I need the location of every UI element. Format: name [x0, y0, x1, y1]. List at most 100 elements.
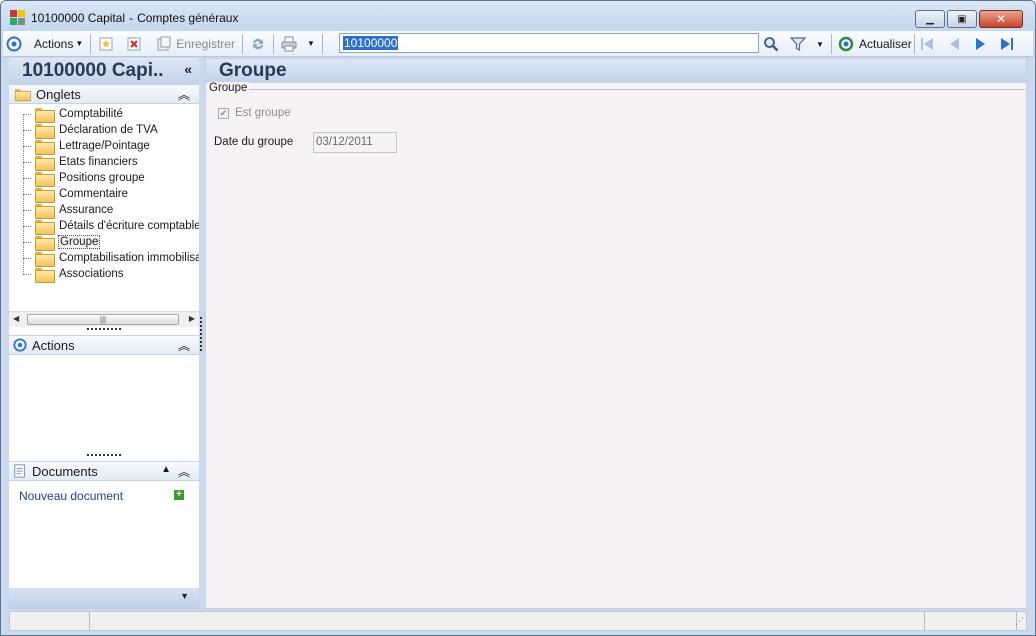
save-button[interactable]: Enregistrer — [153, 33, 238, 55]
folder-icon — [35, 267, 55, 283]
previous-record-button[interactable] — [943, 33, 965, 55]
tab-commentaire[interactable]: Commentaire — [23, 186, 129, 203]
new-record-icon — [99, 37, 113, 50]
group-date-field[interactable]: 03/12/2011 — [313, 132, 397, 153]
tabs-section-label: Onglets — [36, 86, 81, 102]
tab-declaration-tva[interactable]: Déclaration de TVA — [23, 122, 159, 139]
folder-icon — [35, 171, 55, 187]
tab-lettrage-pointage[interactable]: Lettrage/Pointage — [23, 138, 151, 155]
scroll-right-icon[interactable]: ▶ — [189, 314, 195, 323]
tab-comptabilite[interactable]: Comptabilité — [23, 106, 124, 123]
page-title: Groupe — [206, 59, 1026, 83]
minimize-button[interactable]: ▁ — [915, 10, 945, 28]
collapse-panel-button[interactable]: « — [184, 61, 192, 77]
last-record-icon — [1001, 38, 1013, 50]
refresh-button[interactable]: Actualiser — [835, 33, 915, 55]
tab-comptabilisation-immobilisations[interactable]: Comptabilisation immobilisations — [23, 250, 199, 267]
scroll-left-icon[interactable]: ◀ — [13, 314, 19, 323]
first-record-button[interactable] — [916, 33, 938, 55]
is-group-label: Est groupe — [235, 107, 291, 119]
folder-icon — [35, 187, 55, 203]
toolbar-divider — [241, 33, 243, 54]
folder-icon — [35, 155, 55, 171]
tabs-section-header[interactable]: Onglets ︽ — [9, 84, 199, 104]
restore-icon: ▣ — [957, 13, 967, 25]
sync-icon — [252, 38, 263, 49]
title-separator: - — [129, 11, 134, 25]
tab-label: Positions groupe — [59, 172, 145, 184]
actions-section-header[interactable]: Actions ︽ — [9, 335, 199, 355]
tab-groupe[interactable]: Groupe — [23, 234, 101, 251]
print-button[interactable] — [278, 33, 300, 55]
left-panel-footer: ▼ — [9, 588, 199, 609]
previous-record-icon — [950, 38, 959, 50]
scrollbar-thumb[interactable]: ||| — [27, 314, 179, 325]
folder-icon — [35, 139, 55, 155]
main-panel: Groupe Groupe ✔ Est groupe Date du group… — [205, 58, 1027, 609]
tab-details-ecriture[interactable]: Détails d'écriture comptable — [23, 218, 199, 235]
search-field[interactable]: 10100000 — [339, 33, 759, 53]
chevron-down-icon: ▼ — [816, 39, 824, 49]
tab-label: Comptabilisation immobilisations — [59, 252, 199, 264]
tab-label: Déclaration de TVA — [59, 124, 158, 136]
tab-etats-financiers[interactable]: Etats financiers — [23, 154, 139, 171]
save-icon — [157, 36, 171, 50]
toolbar-divider — [90, 33, 92, 54]
tab-label: Lettrage/Pointage — [59, 140, 150, 152]
search-input[interactable] — [342, 36, 756, 50]
tabs-horizontal-scrollbar[interactable]: ◀ ||| ▶ — [9, 311, 199, 327]
new-document-link[interactable]: Nouveau document — [19, 489, 123, 503]
collapse-section-icon[interactable]: ︽ — [178, 463, 190, 480]
open-folder-icon — [35, 235, 55, 251]
splitter-grip[interactable] — [87, 328, 121, 331]
folder-icon — [14, 88, 31, 101]
new-record-button[interactable] — [95, 33, 117, 55]
group-fieldset: Groupe — [209, 82, 1025, 94]
actions-menu-button[interactable]: Actions ▼ — [31, 33, 86, 55]
filter-button[interactable] — [787, 33, 809, 55]
tab-label: Groupe — [58, 235, 101, 249]
target-icon — [13, 338, 27, 352]
folder-icon — [35, 203, 55, 219]
status-bar: ⋰ — [9, 611, 1027, 631]
panel-splitter[interactable] — [200, 317, 202, 351]
chevron-up-icon[interactable]: ▲ — [161, 464, 171, 475]
tab-associations[interactable]: Associations — [23, 266, 125, 283]
actions-section-label: Actions — [32, 337, 75, 353]
is-group-checkbox[interactable]: ✔ — [218, 107, 229, 119]
search-input-selected-text: 10100000 — [343, 36, 399, 50]
chevron-down-icon[interactable]: ▼ — [180, 591, 189, 601]
collapse-section-icon[interactable]: ︽ — [178, 86, 190, 103]
maximize-button[interactable]: ▣ — [947, 10, 977, 28]
delete-record-button[interactable] — [123, 33, 145, 55]
documents-section-header[interactable]: Documents ▲ ︽ — [9, 461, 199, 481]
save-label: Enregistrer — [176, 36, 235, 51]
sync-button[interactable] — [247, 33, 269, 55]
tab-label: Détails d'écriture comptable — [59, 220, 199, 232]
document-icon — [14, 464, 25, 478]
tab-label: Etats financiers — [59, 156, 138, 168]
chevron-down-icon: ▼ — [75, 39, 84, 48]
collapse-section-icon[interactable]: ︽ — [178, 337, 190, 354]
resize-grip-icon[interactable]: ⋰ — [1015, 616, 1024, 627]
print-dropdown-button[interactable]: ▼ — [304, 33, 318, 55]
refresh-icon — [838, 36, 854, 52]
search-button[interactable] — [760, 33, 782, 55]
tab-positions-groupe[interactable]: Positions groupe — [23, 170, 146, 187]
title-module: Comptes généraux — [137, 11, 239, 25]
tab-label: Comptabilité — [59, 108, 123, 120]
add-document-icon[interactable]: + — [174, 490, 184, 500]
tab-assurance[interactable]: Assurance — [23, 202, 114, 219]
filter-dropdown-button[interactable]: ▼ — [813, 33, 827, 55]
documents-section-label: Documents — [32, 463, 98, 479]
next-record-button[interactable] — [970, 33, 992, 55]
folder-icon — [35, 251, 55, 267]
close-button[interactable]: ✕ — [979, 10, 1023, 28]
last-record-button[interactable] — [996, 33, 1018, 55]
status-cell — [925, 612, 1017, 630]
splitter-grip[interactable] — [87, 454, 121, 457]
folder-icon — [35, 107, 55, 123]
toolbar-divider — [914, 34, 915, 54]
actions-menu-icon-button[interactable] — [3, 33, 25, 55]
title-bar: 10100000 Capital - Comptes généraux ▁ ▣ ✕ — [1, 1, 1035, 31]
